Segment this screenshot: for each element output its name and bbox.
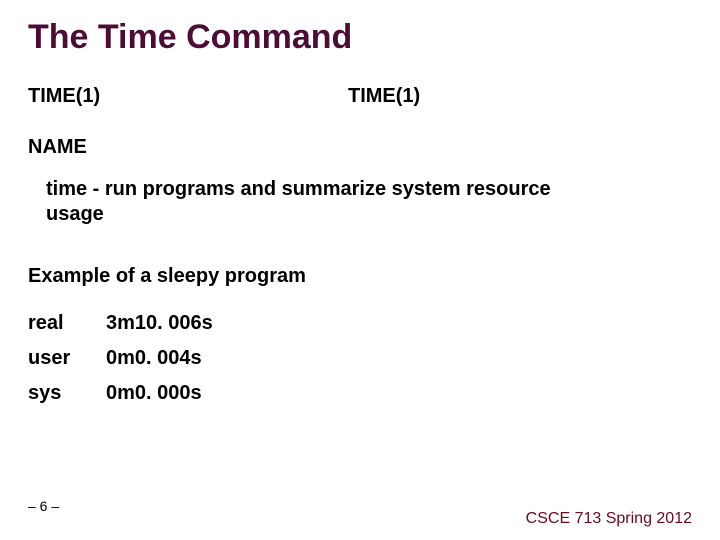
course-footer: CSCE 713 Spring 2012: [526, 510, 692, 528]
timing-label: sys: [28, 376, 98, 411]
timing-label: user: [28, 341, 98, 376]
man-header-left: TIME(1): [28, 85, 348, 108]
timing-value: 3m10. 006s: [98, 306, 213, 341]
table-row: real 3m10. 006s: [28, 306, 213, 341]
page-title: The Time Command: [28, 18, 692, 57]
name-description: time - run programs and summarize system…: [46, 177, 606, 227]
table-row: user 0m0. 004s: [28, 341, 213, 376]
man-header-right: TIME(1): [348, 85, 420, 108]
timing-label: real: [28, 306, 98, 341]
slide: The Time Command TIME(1) TIME(1) NAME ti…: [0, 0, 720, 540]
table-row: sys 0m0. 000s: [28, 376, 213, 411]
page-number: – 6 –: [28, 498, 59, 514]
timing-value: 0m0. 000s: [98, 376, 213, 411]
timings-table: real 3m10. 006s user 0m0. 004s sys 0m0. …: [28, 306, 213, 411]
example-heading: Example of a sleepy program: [28, 265, 692, 288]
name-heading: NAME: [28, 136, 692, 159]
man-header-row: TIME(1) TIME(1): [28, 85, 692, 108]
timing-value: 0m0. 004s: [98, 341, 213, 376]
